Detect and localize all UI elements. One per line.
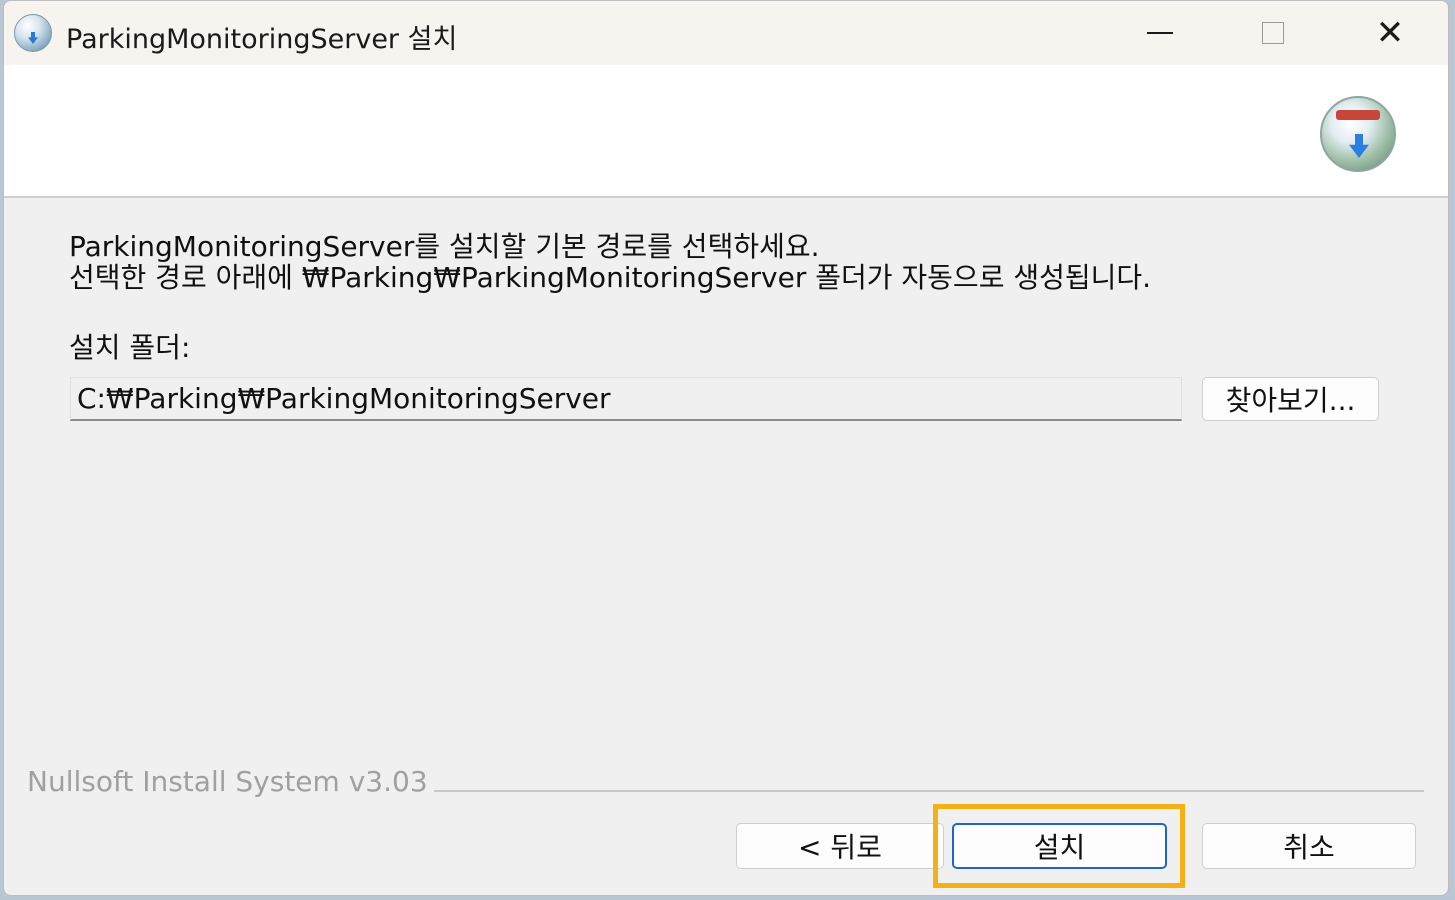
minimize-button[interactable]	[1104, 1, 1216, 65]
app-icon	[14, 14, 52, 52]
header-band	[4, 65, 1448, 198]
description-line-2: 선택한 경로 아래에 ₩Parking₩ParkingMonitoringSer…	[69, 261, 1152, 294]
install-button[interactable]: 설치	[952, 823, 1167, 869]
nsis-branding: Nullsoft Install System v3.03	[27, 765, 434, 798]
title-bar[interactable]: ParkingMonitoringServer 설치 ✕	[4, 1, 1448, 65]
maximize-icon	[1262, 22, 1284, 44]
description: ParkingMonitoringServer를 설치할 기본 경로를 선택하세…	[69, 231, 1151, 293]
install-folder-label: 설치 폴더:	[69, 331, 191, 364]
description-line-1: ParkingMonitoringServer를 설치할 기본 경로를 선택하세…	[69, 230, 820, 263]
browse-button[interactable]: 찾아보기...	[1202, 377, 1379, 421]
close-button[interactable]: ✕	[1334, 1, 1446, 65]
branding-divider	[434, 790, 1424, 792]
maximize-button[interactable]	[1217, 1, 1329, 65]
close-icon: ✕	[1375, 13, 1405, 53]
installer-window: ParkingMonitoringServer 설치 ✕ ParkingMoni…	[3, 0, 1449, 896]
window-title: ParkingMonitoringServer 설치	[66, 24, 458, 55]
logo-banner	[1336, 110, 1380, 120]
installer-logo-icon	[1320, 96, 1396, 172]
download-arrow-icon	[1349, 134, 1369, 158]
cancel-button[interactable]: 취소	[1202, 823, 1416, 869]
back-button[interactable]: < 뒤로	[736, 823, 944, 869]
install-folder-input[interactable]	[70, 377, 1182, 421]
minimize-icon	[1147, 32, 1173, 34]
